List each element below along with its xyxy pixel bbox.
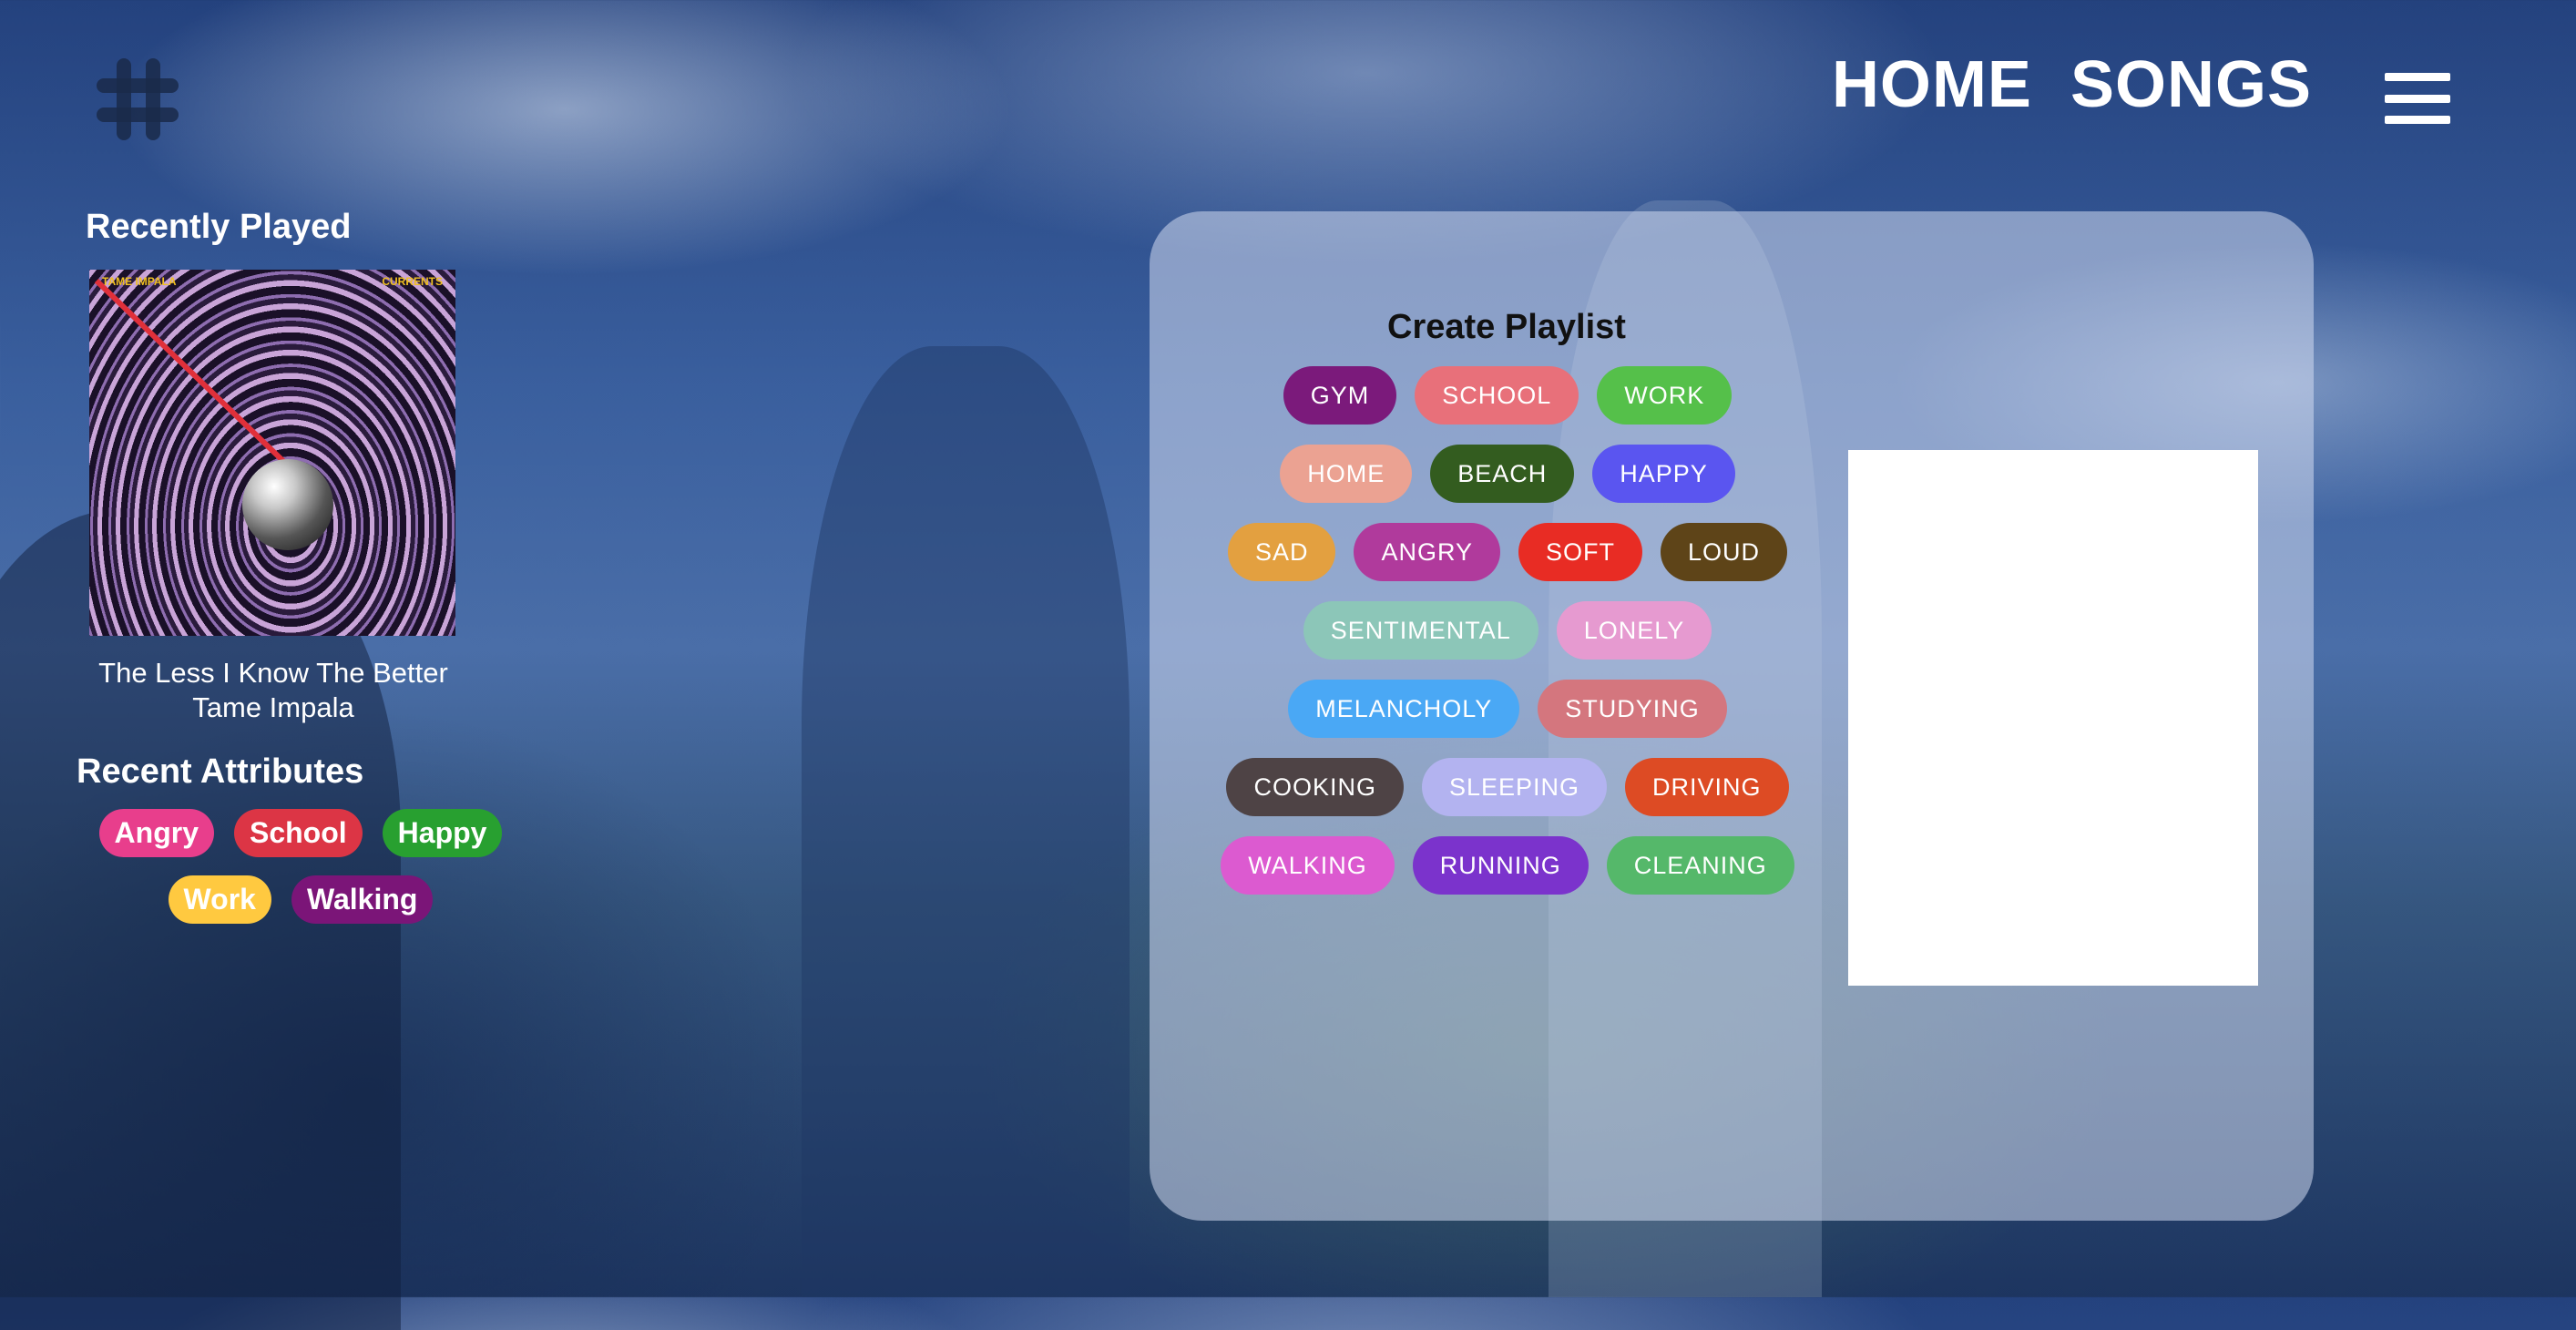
playlist-tag-button[interactable]: SOFT [1518,523,1643,581]
song-title: The Less I Know The Better [98,657,448,689]
attribute-tag[interactable]: Work [168,875,271,924]
playlist-tag-button[interactable]: COOKING [1226,758,1404,816]
nav-songs-link[interactable]: SONGS [2070,47,2312,122]
album-streak [94,279,309,486]
recent-attributes-list: Angry School Happy Work Walking [91,809,510,924]
background-mountain [802,346,1130,1297]
album-artist-text: TAME IMPALA [102,275,177,288]
playlist-tag-button[interactable]: LOUD [1661,523,1788,581]
album-title-text: CURRENTS [382,275,443,288]
playlist-tag-button[interactable]: HAPPY [1592,445,1735,503]
playlist-preview [1848,450,2258,986]
recently-played-title: Recently Played [86,208,352,246]
playlist-tag-button[interactable]: LONELY [1556,601,1712,660]
attribute-tag[interactable]: Angry [98,809,214,857]
playlist-tag-button[interactable]: HOME [1280,445,1413,503]
create-playlist-title: Create Playlist [1387,308,1626,346]
song-artist: Tame Impala [192,691,354,723]
playlist-tag-button[interactable]: ANGRY [1354,523,1501,581]
playlist-tag-button[interactable]: CLEANING [1606,836,1794,895]
album-cover[interactable]: TAME IMPALA CURRENTS [89,270,455,636]
playlist-tag-button[interactable]: BEACH [1430,445,1575,503]
playlist-tag-button[interactable]: STUDYING [1538,680,1727,738]
menu-bar [2385,73,2450,81]
playlist-tag-button[interactable]: SENTIMENTAL [1303,601,1538,660]
main-nav: HOME SONGS [1832,47,2312,122]
recent-attributes-title: Recent Attributes [77,752,364,791]
playlist-tag-button[interactable]: MELANCHOLY [1288,680,1520,738]
album-sphere [242,459,333,550]
hash-logo-icon[interactable] [97,58,179,140]
playlist-tag-button[interactable]: RUNNING [1412,836,1589,895]
song-info: The Less I Know The Better Tame Impala [73,656,474,725]
playlist-tag-button[interactable]: GYM [1283,366,1397,425]
hamburger-menu-icon[interactable] [2385,73,2450,124]
menu-bar [2385,116,2450,124]
playlist-tag-button[interactable]: SAD [1227,523,1336,581]
playlist-tag-button[interactable]: WORK [1597,366,1733,425]
menu-bar [2385,94,2450,103]
playlist-tags: GYM SCHOOL WORK HOME BEACH HAPPY SAD ANGRY SOFT L… [1221,366,1794,895]
attribute-tag[interactable]: Walking [291,875,434,924]
attribute-tag[interactable]: School [233,809,363,857]
playlist-tag-button[interactable]: WALKING [1221,836,1395,895]
attribute-tag[interactable]: Happy [382,809,503,857]
nav-home-link[interactable]: HOME [1832,47,2032,122]
playlist-tag-button[interactable]: SCHOOL [1415,366,1579,425]
playlist-tag-button[interactable]: SLEEPING [1421,758,1608,816]
playlist-tag-button[interactable]: DRIVING [1625,758,1789,816]
